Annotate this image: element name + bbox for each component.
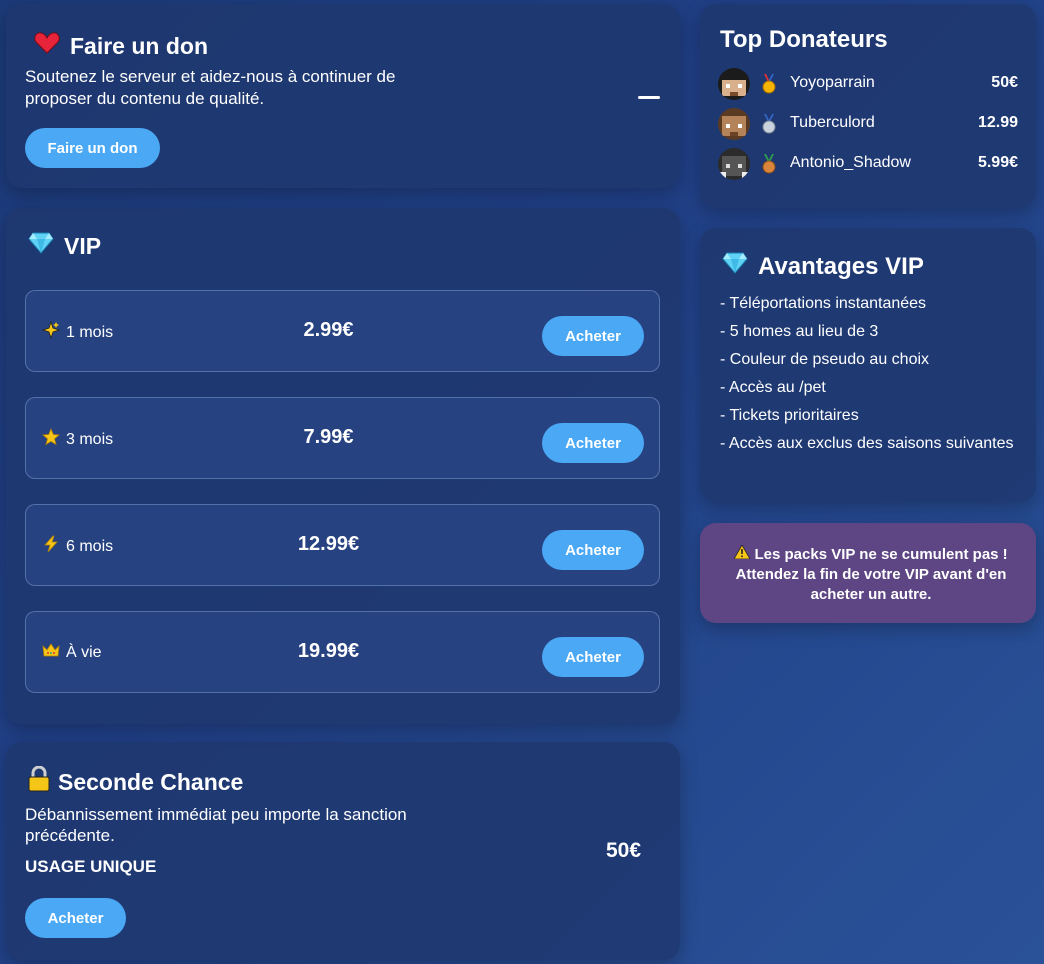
avatar [718,108,750,140]
diamond-icon [722,252,748,281]
pack-label: 6 mois [66,537,114,555]
pack-price: 2.99€ [303,319,354,341]
advantages-title: Avantages VIP [722,252,924,281]
vip-pack-lifetime: À vie 19.99€ Acheter [25,611,660,693]
silver-medal-icon [760,114,778,139]
donor-amount: 5.99€ [977,154,1018,171]
second-chance-price: 50€ [606,839,642,862]
donor-amount: 12.99 [977,114,1018,131]
vip-title: VIP [28,232,101,260]
crown-icon [42,642,60,663]
pack-price: 12.99€ [297,533,360,555]
list-item: - Couleur de pseudo au choix [720,351,930,368]
lock-icon [28,765,50,798]
advantages-list: - Téléportations instantanées - 5 homes … [720,294,1020,462]
avatar [718,148,750,180]
list-item: - 5 homes au lieu de 3 [720,323,879,340]
vip-pack-6-months: 6 mois 12.99€ Acheter [25,504,660,586]
vip-card: VIP 1 mois 2.99€ Acheter 3 mois 7.99€ Ac… [6,208,680,724]
advantages-title-text: Avantages VIP [758,252,924,280]
pack-label: 3 mois [66,430,114,448]
vip-pack-3-months: 3 mois 7.99€ Acheter [25,397,660,479]
list-item: - Téléportations instantanées [720,295,927,312]
top-donors-card: Top Donateurs Yoyoparrain 50€ Tuberculor… [700,4,1036,208]
list-item: - Tickets prioritaires [720,407,859,424]
heart-icon [34,32,60,60]
top-donors-title: Top Donateurs [720,26,888,53]
diamond-icon [28,232,54,260]
second-chance-title-text: Seconde Chance [58,768,244,795]
donor-row: Antonio_Shadow 5.99€ [718,148,1018,180]
second-chance-description: Débannissement immédiat peu importe la s… [25,805,407,845]
pack-price: 7.99€ [303,426,354,448]
warning-message: Les packs VIP ne se cumulent pas ! Atten… [735,546,1008,604]
donor-amount: 50€ [991,74,1018,91]
buy-button-1-month[interactable]: Acheter [542,316,644,356]
donor-row: Yoyoparrain 50€ [718,68,1018,100]
sparkles-icon [41,320,61,344]
avatar [718,68,750,100]
bronze-medal-icon [760,154,778,179]
pack-price: 19.99€ [297,640,360,662]
pack-label: 1 mois [66,323,114,341]
list-item: - Accès au /pet [720,379,826,396]
second-chance-title: Seconde Chance [28,765,244,798]
second-chance-card: Seconde Chance Débannissement immédiat p… [6,742,680,960]
list-item: - Accès aux exclus des saisons suivantes [720,435,1014,452]
vip-advantages-card: Avantages VIP - Téléportations instantan… [700,228,1036,502]
vip-title-text: VIP [64,232,102,259]
gold-medal-icon [760,74,778,99]
vip-pack-1-month: 1 mois 2.99€ Acheter [25,290,660,372]
donate-card: Faire un don Soutenez le serveur et aide… [6,4,680,188]
donor-name: Tuberculord [790,114,875,131]
warning-text: Les packs VIP ne se cumulent pas ! Atten… [726,544,1016,605]
buy-button-6-months[interactable]: Acheter [542,530,644,570]
collapse-icon[interactable] [638,96,660,99]
donate-button[interactable]: Faire un don [25,128,160,168]
donor-name: Yoyoparrain [790,74,875,91]
buy-button-lifetime[interactable]: Acheter [542,637,644,677]
buy-button-3-months[interactable]: Acheter [542,423,644,463]
usage-label: USAGE UNIQUE [25,857,157,876]
lightning-icon [42,535,60,558]
donor-row: Tuberculord 12.99 [718,108,1018,140]
pack-label: À vie [66,643,102,661]
warning-icon [733,544,752,565]
donate-description: Soutenez le serveur et aidez-nous à cont… [25,67,396,108]
warning-card: Les packs VIP ne se cumulent pas ! Atten… [700,523,1036,623]
buy-button-second-chance[interactable]: Acheter [25,898,126,938]
star-icon [42,427,60,451]
donate-title-text: Faire un don [70,32,208,59]
donor-name: Antonio_Shadow [790,154,911,171]
donate-title: Faire un don [34,32,208,60]
